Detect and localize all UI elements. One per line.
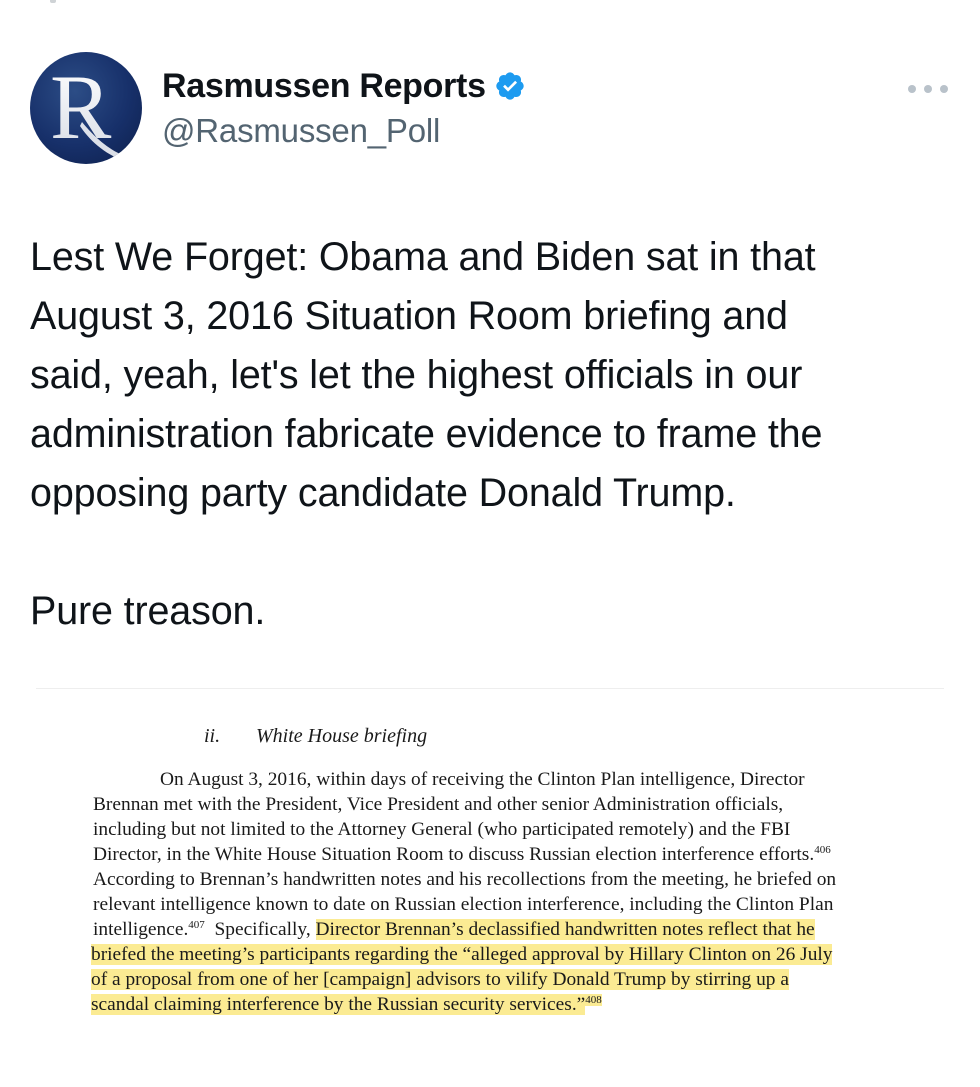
document-line: scandal claiming interference by the Rus… <box>91 992 602 1017</box>
highlighted-text: briefed the meeting’s participants regar… <box>91 944 833 965</box>
document-line: including but not limited to the Attorne… <box>93 819 791 840</box>
tweet-line: Lest We Forget: Obama and Biden sat in t… <box>30 235 816 279</box>
dot <box>924 85 932 93</box>
highlighted-text: of a proposal from one of her [campaign]… <box>91 969 789 990</box>
previous-post-edge <box>50 0 56 3</box>
footnote-ref: 406 <box>814 844 831 856</box>
tweet-line: opposing party candidate Donald Trump. <box>30 471 736 515</box>
document-line: intelligence.407 Specifically, Director … <box>93 919 815 940</box>
tweet-line: administration fabricate evidence to fra… <box>30 412 823 456</box>
document-line: Brennan met with the President, Vice Pre… <box>93 794 784 815</box>
document-line: briefed the meeting’s participants regar… <box>91 942 833 967</box>
paragraph-break <box>30 523 950 582</box>
logo-letter: R <box>50 56 112 158</box>
document-line: relevant intelligence known to date on R… <box>93 894 834 915</box>
dot <box>940 85 948 93</box>
document-excerpt: ii. White House briefing On August 3, 201… <box>36 689 944 1049</box>
tweet-closing: Pure treason. <box>30 589 266 633</box>
highlighted-text: Director Brennan’s declassified handwrit… <box>315 919 815 940</box>
tweet-line: said, yeah, let's let the highest offici… <box>30 353 803 397</box>
verified-badge-icon <box>496 72 524 100</box>
tweet-line: August 3, 2016 Situation Room briefing a… <box>30 294 788 338</box>
footnote-ref: 408 <box>585 994 602 1006</box>
rasmussen-logo-icon: R <box>50 56 138 164</box>
name-row: Rasmussen Reports <box>162 66 526 106</box>
highlighted-text: scandal claiming interference by the Rus… <box>91 994 586 1015</box>
dot <box>908 85 916 93</box>
footnote-ref: 407 <box>188 919 205 931</box>
document-line: Director, in the White House Situation R… <box>93 844 831 865</box>
document-line: According to Brennan’s handwritten notes… <box>93 869 837 890</box>
handle[interactable]: @Rasmussen_Poll <box>162 112 440 150</box>
document-line: On August 3, 2016, within days of receiv… <box>160 769 805 790</box>
display-name[interactable]: Rasmussen Reports <box>162 67 486 106</box>
attached-image[interactable]: ii. White House briefing On August 3, 201… <box>36 688 944 1048</box>
more-options-icon[interactable] <box>908 82 948 96</box>
tweet-text: Lest We Forget: Obama and Biden sat in t… <box>30 228 950 641</box>
document-line: of a proposal from one of her [campaign]… <box>91 967 789 992</box>
avatar[interactable]: R <box>30 52 142 164</box>
heading-title: White House briefing <box>256 725 428 747</box>
heading-number: ii. <box>204 725 221 747</box>
tweet-header: R Rasmussen Reports @Rasmussen_Poll <box>30 52 950 164</box>
document-heading: ii. White House briefing <box>204 725 427 748</box>
